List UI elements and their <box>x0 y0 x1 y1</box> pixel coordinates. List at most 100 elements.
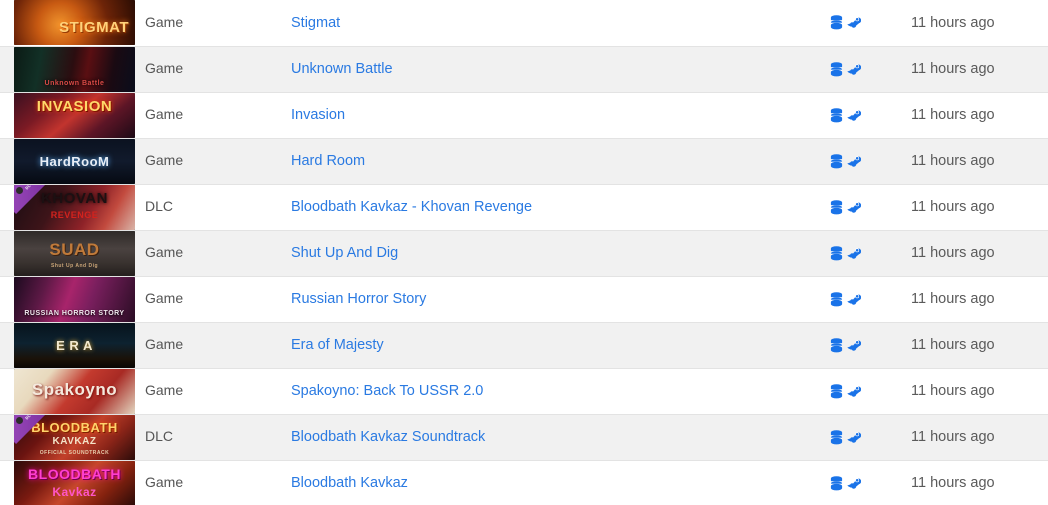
app-name-link[interactable]: Shut Up And Dig <box>210 245 398 261</box>
app-name-link[interactable]: Hard Room <box>210 153 365 169</box>
database-icon-svg <box>830 337 843 352</box>
table-row[interactable]: SUAD Shut Up And Dig Game Shut Up And Dig 11… <box>0 230 1048 276</box>
action-icons <box>822 61 886 77</box>
last-updated-label: 11 hours ago <box>911 107 995 123</box>
steam-icon[interactable] <box>846 154 861 169</box>
steam-icon[interactable] <box>846 246 861 261</box>
action-icons <box>822 245 886 261</box>
table-row[interactable]: RUSSIAN HORROR STORY Game Russian Horror S… <box>0 276 1048 322</box>
steam-icon[interactable] <box>846 384 861 399</box>
app-thumbnail[interactable]: RUSSIAN HORROR STORY <box>14 276 135 322</box>
actions-cell <box>822 414 886 460</box>
steam-icon-svg <box>847 431 861 443</box>
database-icon-svg <box>830 61 843 76</box>
database-icon[interactable] <box>830 475 843 491</box>
database-icon[interactable] <box>830 199 843 215</box>
app-name-link[interactable]: Russian Horror Story <box>210 291 426 307</box>
table-row[interactable]: Unknown Battle Game Unknown Battle 11 hours… <box>0 46 1048 92</box>
app-name-link[interactable]: Unknown Battle <box>210 61 393 77</box>
app-name-link[interactable]: Stigmat <box>210 15 340 31</box>
table-row[interactable]: INVASION Game Invasion 11 hours ago <box>0 92 1048 138</box>
type-cell: DLC <box>137 184 210 230</box>
app-type-label: Game <box>145 106 184 122</box>
updated-cell: 11 hours ago <box>886 0 1048 46</box>
app-thumbnail[interactable]: DLC KHOVAN REVENGE <box>14 184 135 230</box>
app-thumbnail[interactable]: STIGMAT <box>14 0 135 46</box>
table-row[interactable]: DLC BLOODBATH KAVKAZ OFFICIAL SOUNDTRACK DLC… <box>0 414 1048 460</box>
dlc-badge-dot <box>16 186 23 194</box>
database-icon[interactable] <box>830 107 843 123</box>
last-updated-label: 11 hours ago <box>911 61 995 77</box>
updated-cell: 11 hours ago <box>886 92 1048 138</box>
database-icon-svg <box>830 245 843 260</box>
updated-cell: 11 hours ago <box>886 46 1048 92</box>
last-updated-label: 11 hours ago <box>911 291 995 307</box>
steam-icon[interactable] <box>846 338 861 353</box>
table-row[interactable]: BLOODBATH Kavkaz Game Bloodbath Kavkaz 11 ho… <box>0 460 1048 505</box>
steam-icon[interactable] <box>846 62 861 77</box>
action-icons <box>822 107 886 123</box>
actions-cell <box>822 460 886 505</box>
thumbnail-subtitle: KAVKAZ <box>52 435 97 447</box>
updated-cell: 11 hours ago <box>886 322 1048 368</box>
database-icon-svg <box>830 107 843 122</box>
steam-icon[interactable] <box>846 200 861 215</box>
actions-cell <box>822 230 886 276</box>
database-icon[interactable] <box>830 153 843 169</box>
app-name-link[interactable]: Bloodbath Kavkaz - Khovan Revenge <box>210 199 532 215</box>
name-cell: Invasion <box>210 92 822 138</box>
actions-cell <box>822 322 886 368</box>
app-thumbnail[interactable]: E R A <box>14 322 135 368</box>
steam-icon[interactable] <box>846 15 861 30</box>
type-cell: Game <box>137 276 210 322</box>
database-icon[interactable] <box>830 337 843 353</box>
app-thumbnail[interactable]: BLOODBATH Kavkaz <box>14 460 135 505</box>
thumbnail-subtitle: Kavkaz <box>52 484 97 499</box>
actions-cell <box>822 46 886 92</box>
app-name-link[interactable]: Spakoyno: Back To USSR 2.0 <box>210 383 483 399</box>
updated-cell: 11 hours ago <box>886 276 1048 322</box>
steam-icon[interactable] <box>846 292 861 307</box>
name-cell: Bloodbath Kavkaz <box>210 460 822 505</box>
app-name-link[interactable]: Invasion <box>210 107 345 123</box>
database-icon[interactable] <box>830 429 843 445</box>
steam-icon-svg <box>847 63 861 75</box>
app-name-link[interactable]: Bloodbath Kavkaz Soundtrack <box>210 429 485 445</box>
steam-icon[interactable] <box>846 108 861 123</box>
database-icon-svg <box>830 429 843 444</box>
database-icon[interactable] <box>830 245 843 261</box>
database-icon[interactable] <box>830 383 843 399</box>
table-row[interactable]: STIGMAT Game Stigmat 11 hours ago <box>0 0 1048 46</box>
steam-icon[interactable] <box>846 476 861 491</box>
thumbnail-cell: E R A <box>0 322 137 368</box>
steam-icon-svg <box>847 293 861 305</box>
table-row[interactable]: E R A Game Era of Majesty 11 hours ago <box>0 322 1048 368</box>
thumbnail-cell: STIGMAT <box>0 0 137 46</box>
thumbnail-title: BLOODBATH <box>28 465 121 482</box>
type-cell: DLC <box>137 414 210 460</box>
app-type-label: Game <box>145 152 184 168</box>
app-thumbnail[interactable]: Unknown Battle <box>14 46 135 92</box>
last-updated-label: 11 hours ago <box>911 153 995 169</box>
database-icon[interactable] <box>830 15 843 30</box>
app-thumbnail[interactable]: SUAD Shut Up And Dig <box>14 230 135 276</box>
app-type-label: DLC <box>145 428 174 444</box>
database-icon[interactable] <box>830 61 843 77</box>
table-row[interactable]: HardRooM Game Hard Room 11 hours ago <box>0 138 1048 184</box>
table-row[interactable]: DLC KHOVAN REVENGE DLC Bloodbath Kavkaz - Kh… <box>0 184 1048 230</box>
database-icon-svg <box>830 15 843 30</box>
action-icons <box>822 337 886 353</box>
app-name-link[interactable]: Bloodbath Kavkaz <box>210 475 408 491</box>
database-icon[interactable] <box>830 291 843 307</box>
app-thumbnail[interactable]: HardRooM <box>14 138 135 184</box>
app-thumbnail[interactable]: INVASION <box>14 92 135 138</box>
table-row[interactable]: Spakoyno Game Spakoyno: Back To USSR 2.0 11… <box>0 368 1048 414</box>
steam-icon[interactable] <box>846 430 861 445</box>
app-name-link[interactable]: Era of Majesty <box>210 337 384 353</box>
type-cell: Game <box>137 46 210 92</box>
type-cell: Game <box>137 92 210 138</box>
app-thumbnail[interactable]: Spakoyno <box>14 368 135 414</box>
type-cell: Game <box>137 322 210 368</box>
app-thumbnail[interactable]: DLC BLOODBATH KAVKAZ OFFICIAL SOUNDTRACK <box>14 414 135 460</box>
thumbnail-cell: RUSSIAN HORROR STORY <box>0 276 137 322</box>
